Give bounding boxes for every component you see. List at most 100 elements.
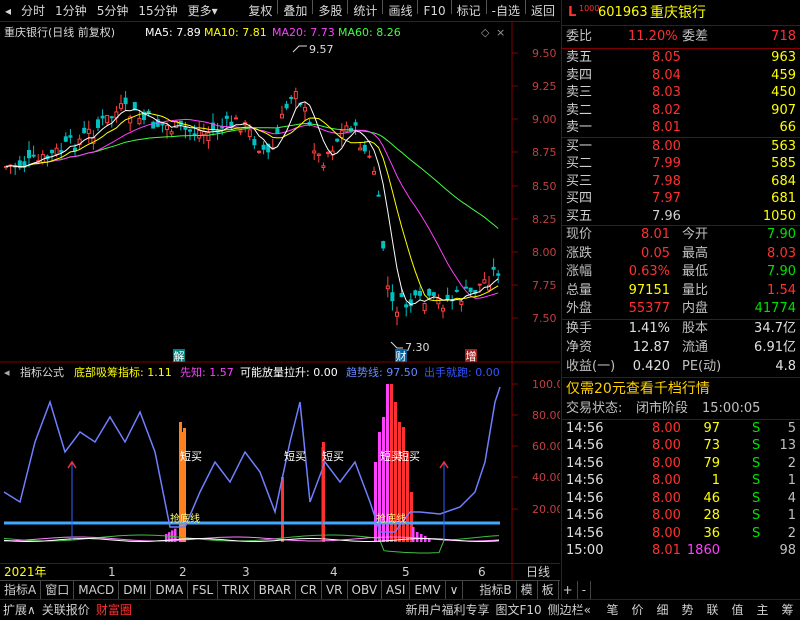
candle <box>353 122 358 126</box>
price-tick: 7.50 <box>532 312 557 325</box>
tab-mo[interactable]: 模 <box>517 581 538 599</box>
tab-indicator-a[interactable]: 指标A <box>0 581 42 599</box>
tab-dma[interactable]: DMA <box>151 581 189 599</box>
btn-duogu[interactable]: 多股 <box>313 0 347 22</box>
quote-value: 7.90 <box>767 264 796 279</box>
tab-brar[interactable]: BRAR <box>255 581 297 599</box>
tab-dropdown[interactable]: ∨ <box>446 581 464 599</box>
bid-row: 买二 7.99 585 <box>562 155 800 173</box>
btn-biaoji[interactable]: 标记 <box>452 0 486 22</box>
tab-fsl[interactable]: FSL <box>188 581 219 599</box>
ask-price: 8.02 <box>652 102 681 118</box>
btn-f10[interactable]: F10 <box>418 0 450 22</box>
event-cai-label: 财 <box>396 349 407 363</box>
candle <box>477 283 482 286</box>
btn-zixuan[interactable]: -自选 <box>487 0 525 22</box>
indicator-tabs: 2021年 1 2 3 4 5 6 日线 <box>0 563 560 580</box>
candle <box>275 128 280 134</box>
btn-tongji[interactable]: 统计 <box>348 0 382 22</box>
fin-value: 0.420 <box>632 358 670 374</box>
duanmai-label: 短买 <box>180 449 202 463</box>
close-icon[interactable]: × <box>496 26 505 39</box>
candle <box>376 194 381 197</box>
tab-bi[interactable]: 笔 <box>600 600 625 620</box>
btn-caifu[interactable]: 财富圈 <box>93 600 135 620</box>
bid-price: 7.98 <box>652 173 681 189</box>
btn-huaxian[interactable]: 画线 <box>383 0 417 22</box>
high-marker <box>292 45 307 53</box>
tab-indicator-b[interactable]: 指标B <box>475 581 517 599</box>
ask-label: 卖五 <box>566 50 593 65</box>
candle <box>220 126 225 129</box>
period-label[interactable]: 日线 <box>526 564 550 581</box>
tab-1min[interactable]: 1分钟 <box>50 0 92 22</box>
btn-related[interactable]: 关联报价 <box>39 600 93 620</box>
tab-15min[interactable]: 15分钟 <box>133 0 182 22</box>
tab-chou[interactable]: 筹 <box>775 600 800 620</box>
tab-5min[interactable]: 5分钟 <box>92 0 134 22</box>
btn-diejia[interactable]: 叠加 <box>278 0 312 22</box>
tab-trix[interactable]: TRIX <box>218 581 255 599</box>
btn-newuser[interactable]: 新用户福利专享 <box>402 600 492 620</box>
tick-price: 8.00 <box>652 438 681 453</box>
tab-fenshi[interactable]: 分时 <box>16 0 50 22</box>
promo-banner[interactable]: 仅需20元查看千档行情 <box>562 376 800 399</box>
candle <box>335 138 340 142</box>
quote-label: 量比 <box>682 282 709 298</box>
fin-value: 34.7亿 <box>754 320 796 336</box>
candle <box>50 149 54 154</box>
price-tick: 9.25 <box>532 80 557 93</box>
tab-macd[interactable]: MACD <box>74 581 120 599</box>
tab-lian[interactable]: 联 <box>700 600 725 620</box>
tab-cr[interactable]: CR <box>296 581 322 599</box>
tab-emv[interactable]: EMV <box>410 581 446 599</box>
btn-fanhui[interactable]: 返回 <box>526 0 560 22</box>
candle <box>367 155 372 158</box>
bid-label: 买四 <box>566 191 593 206</box>
tab-asi[interactable]: ASI <box>382 581 411 599</box>
tab-more[interactable]: 更多▾ <box>183 0 223 22</box>
btn-sidebar[interactable]: 侧边栏« <box>545 600 594 620</box>
tab-vr[interactable]: VR <box>322 581 348 599</box>
quote-label: 现价 <box>566 227 593 242</box>
ind-name[interactable]: 指标公式 <box>20 365 64 379</box>
bid-vol: 563 <box>771 138 796 154</box>
level-badge: L <box>568 5 577 20</box>
price-tick: 8.00 <box>532 246 557 259</box>
ind-tick: 80.00 <box>532 409 560 422</box>
tab-zhu[interactable]: 主 <box>750 600 775 620</box>
price-tick: 9.50 <box>532 47 557 60</box>
diamond-icon[interactable]: ◇ <box>481 26 490 39</box>
candle <box>482 279 487 284</box>
btn-expand[interactable]: 扩展∧ <box>0 600 39 620</box>
quote-row: 总量 97151 量比 1.54 <box>562 282 800 301</box>
ma5-label: MA5: 7.89 <box>145 26 201 39</box>
ind-icon[interactable]: ◂ <box>4 366 10 379</box>
tick-count: 5 <box>787 420 796 436</box>
tick-side: S <box>752 525 761 541</box>
btn-tuwen[interactable]: 图文F10 <box>492 600 544 620</box>
tab-window[interactable]: 窗口 <box>41 581 75 599</box>
ask-label: 卖一 <box>566 120 593 135</box>
tick-list[interactable]: 14:56 8.00 97 S 5 14:56 8.00 73 S 13 14:56 8.00 79 S 2… <box>562 418 800 560</box>
bid-row: 买三 7.98 684 <box>562 173 800 191</box>
tab-ban[interactable]: 板 <box>538 581 559 599</box>
tab-dmi[interactable]: DMI <box>119 581 152 599</box>
period-toolbar: ◂ 分时 1分钟 5分钟 15分钟 更多▾ 复权 叠加 多股 统计 画线 F10… <box>0 0 560 22</box>
candle <box>321 165 326 169</box>
tab-zhi[interactable]: 值 <box>725 600 750 620</box>
fin-value: 6.91亿 <box>754 339 796 355</box>
tab-xi[interactable]: 细 <box>650 600 675 620</box>
candle <box>395 311 399 317</box>
bid-book: 买一 8.00 563 买二 7.99 585 买三 7.98 684 买四 7.97 681 买五 7.… <box>562 136 800 226</box>
date-1: 1 <box>108 565 116 579</box>
tb-arrow[interactable]: ◂ <box>0 0 16 22</box>
kline-chart[interactable]: 重庆银行(日线 前复权) MA5: 7.89 MA10: 7.81 MA20: … <box>0 22 560 580</box>
btn-fuquan[interactable]: 复权 <box>243 0 277 22</box>
tab-jia[interactable]: 价 <box>625 600 650 620</box>
quote-value: 8.01 <box>641 227 670 242</box>
candle <box>413 290 418 296</box>
tab-obv[interactable]: OBV <box>348 581 383 599</box>
bid-price: 7.96 <box>652 208 681 224</box>
tab-shi[interactable]: 势 <box>675 600 700 620</box>
